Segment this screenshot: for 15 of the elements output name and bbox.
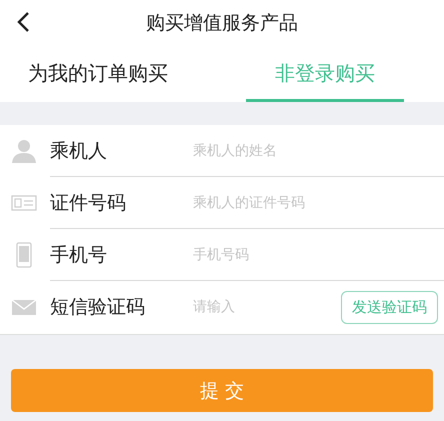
tab[interactable]: 非登录购买 [246, 45, 404, 102]
page-title: 购买增值服务产品 [146, 10, 298, 36]
input-field[interactable]: 请输入 [193, 299, 341, 315]
person-icon [11, 138, 37, 164]
input-field[interactable]: 乘机人的姓名 [193, 142, 444, 158]
back-icon[interactable] [16, 11, 30, 33]
field-label: 证件号码 [50, 190, 127, 216]
field-label: 短信验证码 [50, 295, 146, 320]
field-label: 手机号 [50, 242, 108, 268]
field-label: 乘机人 [50, 138, 108, 164]
input-field[interactable]: 手机号码 [193, 246, 444, 262]
submit-button[interactable]: 提 交 [11, 369, 433, 412]
input-field[interactable]: 乘机人的证件号码 [193, 194, 444, 210]
tab[interactable]: 为我的订单购买 [0, 45, 214, 102]
send-code-button[interactable]: 发送验证码 [341, 290, 438, 324]
